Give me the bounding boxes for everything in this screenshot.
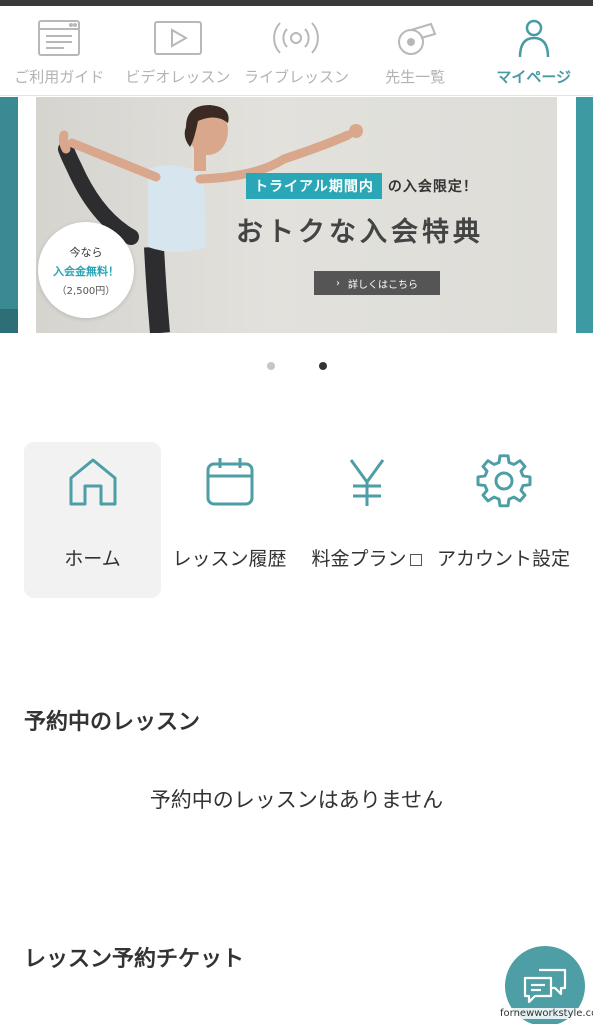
nav-item-teachers[interactable]: 先生一覧 (356, 6, 475, 95)
gear-icon (476, 454, 531, 508)
menu-label-account-settings: アカウント設定 (436, 548, 570, 570)
menu-lesson-history[interactable]: レッスン履歴 (161, 442, 298, 598)
free-admission-badge: 今なら 入会金無料！ （2,500円） (38, 222, 134, 318)
menu-account-settings[interactable]: アカウント設定 (435, 442, 572, 598)
mypage-menu: ホーム レッスン履歴 料金プラン アカウント設定 (24, 442, 572, 598)
nav-item-guide[interactable]: ご利用ガイド (0, 6, 119, 95)
menu-home[interactable]: ホーム (24, 442, 161, 598)
yen-icon (349, 459, 384, 506)
menu-label-lesson-history: レッスン履歴 (172, 548, 287, 570)
reserved-lessons-empty: 予約中のレッスンはありません (149, 788, 444, 812)
menu-pricing-plan[interactable]: 料金プラン (298, 442, 435, 598)
menu-label-pricing-plan: 料金プラン (297, 542, 437, 576)
carousel-dot-2[interactable] (318, 362, 327, 370)
nav-label-live: ライブレッスン (243, 68, 349, 86)
top-nav: ご利用ガイド ビデオレッスン ライブレッスン 先生一覧 マイページ (0, 6, 593, 96)
carousel-dots (0, 362, 593, 372)
next-slide-peek[interactable] (576, 97, 593, 333)
badge-text-now: 今なら (69, 245, 103, 259)
whistle-icon (398, 22, 437, 55)
prev-slide-peek[interactable] (0, 97, 18, 333)
menu-label-pricing-text: 料金プラン (311, 548, 407, 570)
watermark-text: fornewworkstyle.com (498, 1008, 593, 1019)
trial-period-tag: トライアル期間内 (246, 173, 382, 199)
badge-text-free: 入会金無料！ (53, 264, 119, 278)
nav-label-mypage: マイページ (496, 68, 572, 86)
promo-banner[interactable]: 今なら 入会金無料！ （2,500円） トライアル期間内 の入会限定！ おトクな… (36, 97, 557, 333)
chevron-right-icon: › (336, 277, 340, 289)
banner-carousel: 今なら 入会金無料！ （2,500円） トライアル期間内 の入会限定！ おトクな… (0, 97, 593, 335)
nav-item-video[interactable]: ビデオレッスン (119, 6, 238, 95)
live-broadcast-icon (273, 22, 320, 54)
chat-bubbles-icon (523, 968, 567, 1004)
nav-label-teachers: 先生一覧 (385, 68, 446, 86)
lesson-ticket-title: レッスン予約チケット (24, 947, 245, 972)
nav-label-video: ビデオレッスン (125, 68, 231, 86)
home-icon (69, 458, 116, 506)
badge-text-price: （2,500円） (56, 285, 116, 297)
nav-item-mypage[interactable]: マイページ (474, 6, 593, 95)
person-icon (518, 19, 549, 58)
details-button[interactable]: › 詳しくはこちら (314, 271, 440, 295)
video-play-icon (153, 21, 202, 55)
guide-icon (38, 20, 81, 56)
promo-title: おトクな入会特典 (236, 217, 484, 248)
details-button-label: 詳しくはこちら (348, 279, 418, 291)
reserved-lessons-title: 予約中のレッスン (24, 710, 201, 735)
external-link-icon (409, 554, 422, 566)
promo-tag-row: トライアル期間内 の入会限定！ (246, 173, 478, 199)
menu-label-home: ホーム (64, 548, 121, 570)
nav-item-live[interactable]: ライブレッスン (237, 6, 356, 95)
carousel-dot-1[interactable] (266, 362, 275, 370)
nav-label-guide: ご利用ガイド (14, 68, 105, 86)
calendar-icon (206, 458, 253, 506)
limited-offer-text: の入会限定！ (387, 179, 478, 195)
